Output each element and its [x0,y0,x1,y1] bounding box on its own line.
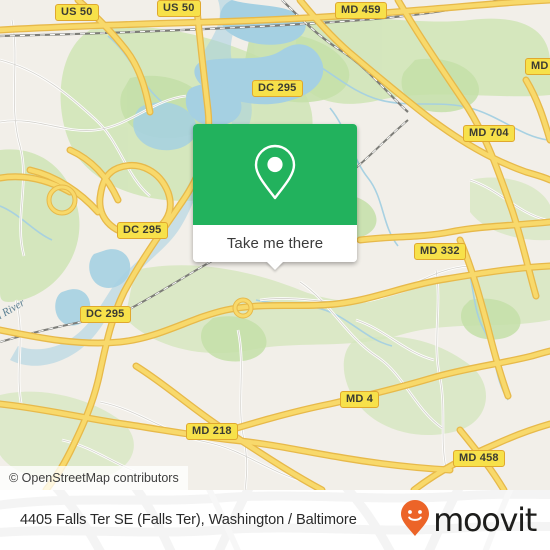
road-shield-us-50-east[interactable]: US 50 [157,0,201,17]
map-screenshot: a River US 50 US 50 MD 459 MD DC 295 MD … [0,0,550,550]
road-shield-md-4[interactable]: MD 4 [340,391,380,408]
road-shield-md-edge[interactable]: MD [525,58,550,75]
road-shield-md-218[interactable]: MD 218 [186,423,238,440]
road-shield-md-459[interactable]: MD 459 [335,2,387,19]
road-shield-md-458[interactable]: MD 458 [453,450,505,467]
bottom-info-bar: 4405 Falls Ter SE (Falls Ter), Washingto… [0,490,550,550]
moovit-wordmark: moovit [433,501,537,539]
moovit-pin-smiley-icon [400,499,430,542]
road-shield-md-332[interactable]: MD 332 [414,243,466,260]
popup-footer[interactable]: Take me there [193,225,357,270]
moovit-brand[interactable]: moovit [400,499,537,542]
take-me-there-label: Take me there [226,235,324,252]
road-shield-dc-295-south[interactable]: DC 295 [80,306,131,323]
map-canvas[interactable]: a River US 50 US 50 MD 459 MD DC 295 MD … [0,0,550,490]
road-shield-us-50-west[interactable]: US 50 [55,4,99,21]
bottom-bar-content: 4405 Falls Ter SE (Falls Ter), Washingto… [0,490,550,550]
map-attribution[interactable]: © OpenStreetMap contributors [0,466,188,490]
location-title: 4405 Falls Ter SE (Falls Ter), Washingto… [20,512,357,528]
road-shield-dc-295-mid[interactable]: DC 295 [117,222,168,239]
map-pin-icon [251,143,299,206]
road-shield-dc-295-north[interactable]: DC 295 [252,80,303,97]
road-shield-md-704[interactable]: MD 704 [463,125,515,142]
location-popup-card[interactable]: Take me there [193,124,357,270]
popup-pointer-tail [266,261,284,270]
popup-header [193,124,357,225]
